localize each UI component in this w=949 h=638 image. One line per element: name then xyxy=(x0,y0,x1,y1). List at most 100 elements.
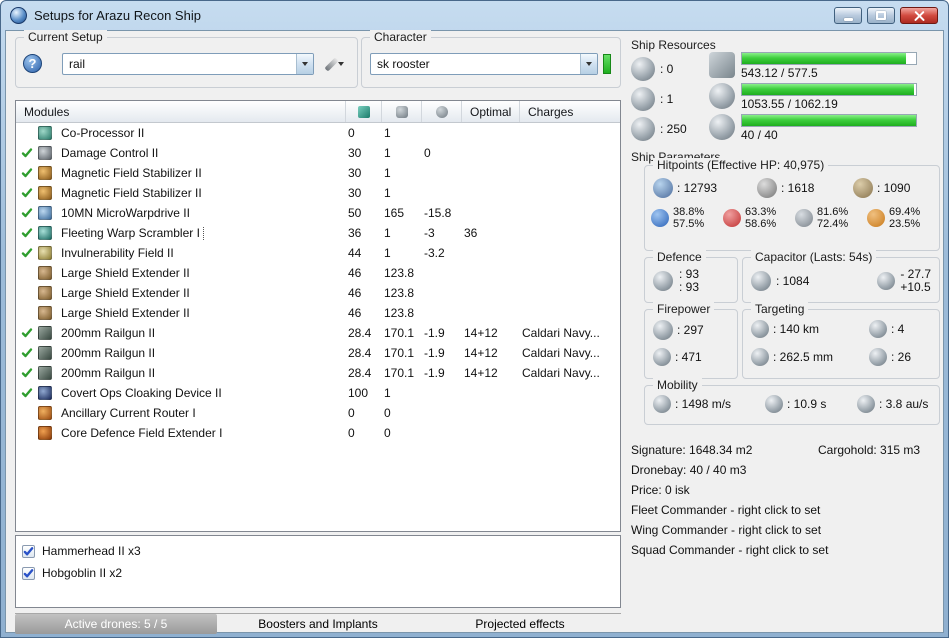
module-row[interactable]: Large Shield Extender II 46 123.8 xyxy=(16,283,620,303)
launcher-hardpoints-icon xyxy=(631,87,655,111)
module-row[interactable]: Large Shield Extender II 46 123.8 xyxy=(16,263,620,283)
maximize-button[interactable] xyxy=(867,7,895,24)
modules-list: Co-Processor II 0 1 Damage Control II 30 xyxy=(16,123,620,443)
current-setup-group: Current Setup ? rail xyxy=(15,30,358,88)
module-cpu-value: 0 xyxy=(348,126,355,140)
drone-item[interactable]: Hammerhead II x3 xyxy=(22,540,614,562)
module-powergrid-value: 1 xyxy=(384,166,391,180)
module-cap-value: -1.9 xyxy=(424,346,445,360)
module-row[interactable]: Covert Ops Cloaking Device II 100 1 xyxy=(16,383,620,403)
modules-column-header[interactable]: Modules xyxy=(16,101,346,122)
module-row[interactable]: Ancillary Current Router I 0 0 xyxy=(16,403,620,423)
setup-tools-button[interactable] xyxy=(319,53,353,75)
module-powergrid-value: 170.1 xyxy=(384,366,415,380)
capacitor-delta-icon xyxy=(877,272,896,290)
tab[interactable]: Boosters and Implants xyxy=(217,614,419,634)
app-window: Setups for Arazu Recon Ship Current Setu… xyxy=(0,0,949,638)
chevron-down-icon xyxy=(337,62,344,66)
armor-hp-stat: 1618 xyxy=(757,178,853,198)
character-label: Character xyxy=(370,30,431,44)
active-check-icon xyxy=(21,148,33,158)
powergrid-column-header[interactable] xyxy=(382,101,422,122)
wing-commander-setter[interactable]: Wing Commander - right click to set xyxy=(631,523,943,543)
module-charges-value: Caldari Navy... xyxy=(522,346,600,360)
module-row[interactable]: Magnetic Field Stabilizer II 30 1 xyxy=(16,183,620,203)
targeting-range-value: 140 km xyxy=(773,322,819,336)
volley-value: 297 xyxy=(677,323,704,337)
tab[interactable]: Projected effects xyxy=(419,614,621,634)
module-name-cell: 200mm Railgun II xyxy=(58,366,346,380)
module-powergrid-value: 0 xyxy=(384,426,391,440)
module-row[interactable]: 10MN MicroWarpdrive II 50 165 -15.8 xyxy=(16,203,620,223)
module-cap-value: -3 xyxy=(424,226,435,240)
module-powergrid-value: 170.1 xyxy=(384,326,415,340)
railgun-icon xyxy=(38,366,52,380)
module-row[interactable]: Fleeting Warp Scrambler I 36 1 -3 36 xyxy=(16,223,620,243)
setup-select[interactable]: rail xyxy=(62,53,314,75)
calibration-icon xyxy=(631,117,655,141)
module-name: Magnetic Field Stabilizer II xyxy=(61,166,202,180)
module-optimal-value: 14+12 xyxy=(464,366,498,380)
active-check-icon xyxy=(21,368,33,378)
module-active-cell xyxy=(16,127,38,139)
cpu-column-header[interactable] xyxy=(346,101,382,122)
drone-checkbox[interactable] xyxy=(22,544,35,558)
app-icon xyxy=(10,7,27,24)
firepower-label: Firepower xyxy=(653,302,715,316)
help-icon[interactable]: ? xyxy=(23,54,42,73)
module-icon-cell xyxy=(38,286,58,300)
module-active-cell xyxy=(16,387,38,399)
fleet-commander-setter[interactable]: Fleet Commander - right click to set xyxy=(631,503,943,523)
module-row[interactable]: Invulnerability Field II 44 1 -3.2 xyxy=(16,243,620,263)
module-row[interactable]: Large Shield Extender II 46 123.8 xyxy=(16,303,620,323)
module-row[interactable]: Core Defence Field Extender I 0 0 xyxy=(16,423,620,443)
module-name: 200mm Railgun II xyxy=(61,346,156,360)
module-cpu-value: 44 xyxy=(348,246,362,260)
module-row[interactable]: Magnetic Field Stabilizer II 30 1 xyxy=(16,163,620,183)
module-powergrid-value: 0 xyxy=(384,406,391,420)
powergrid-bar xyxy=(741,83,917,96)
module-row[interactable]: Co-Processor II 0 1 xyxy=(16,123,620,143)
squad-commander-setter[interactable]: Squad Commander - right click to set xyxy=(631,543,943,563)
module-name: Ancillary Current Router I xyxy=(61,406,196,420)
module-row[interactable]: 200mm Railgun II 28.4 170.1 -1.9 14+12 C… xyxy=(16,343,620,363)
active-check-icon xyxy=(21,188,33,198)
active-check-icon xyxy=(21,248,33,258)
resource-bars-column: 543.12 / 577.5 1053.55 / 1062.19 40 / 40 xyxy=(709,52,941,152)
scan-resolution-stat: 262.5 mm xyxy=(751,348,869,366)
module-powergrid-value: 1 xyxy=(384,126,391,140)
tab[interactable]: Active drones: 5 / 5 xyxy=(15,614,217,634)
capacitor-column-header[interactable] xyxy=(422,101,462,122)
module-powergrid-value: 165 xyxy=(384,206,405,220)
close-icon xyxy=(914,10,925,21)
module-row[interactable]: 200mm Railgun II 28.4 170.1 -1.9 14+12 C… xyxy=(16,363,620,383)
capacitor-recharge-value: +10.5 xyxy=(900,280,931,294)
current-setup-label: Current Setup xyxy=(24,30,107,44)
module-row[interactable]: 200mm Railgun II 28.4 170.1 -1.9 14+12 C… xyxy=(16,323,620,343)
dropdown-arrow-icon[interactable] xyxy=(580,54,597,74)
close-button[interactable] xyxy=(900,7,938,24)
window-controls xyxy=(834,7,938,24)
thermal-resist-icon xyxy=(723,209,741,227)
module-row[interactable]: Damage Control II 30 1 0 xyxy=(16,143,620,163)
calibration-stat: 250 xyxy=(631,114,709,144)
character-select[interactable]: sk rooster xyxy=(370,53,598,75)
charges-column-header[interactable]: Charges xyxy=(520,101,620,122)
powergrid-resource-row: 1053.55 / 1062.19 xyxy=(709,83,941,114)
module-name: Damage Control II xyxy=(61,146,159,160)
minimize-button[interactable] xyxy=(834,7,862,24)
module-cpu-value: 0 xyxy=(348,426,355,440)
shield-resist-value: 69.4% xyxy=(889,206,921,218)
dropdown-arrow-icon[interactable] xyxy=(296,54,313,74)
drone-item[interactable]: Hobgoblin II x2 xyxy=(22,562,614,584)
active-check-icon xyxy=(21,328,33,338)
tab-label: Projected effects xyxy=(475,617,565,631)
titlebar[interactable]: Setups for Arazu Recon Ship xyxy=(1,1,948,30)
optimal-column-header[interactable]: Optimal xyxy=(462,101,520,122)
drone-checkbox[interactable] xyxy=(22,566,35,580)
mobility-label: Mobility xyxy=(653,378,702,392)
module-active-cell xyxy=(16,147,38,159)
module-name: Core Defence Field Extender I xyxy=(61,426,223,440)
defence-label: Defence xyxy=(653,250,706,264)
firepower-group: Firepower 297 471 xyxy=(644,302,738,379)
